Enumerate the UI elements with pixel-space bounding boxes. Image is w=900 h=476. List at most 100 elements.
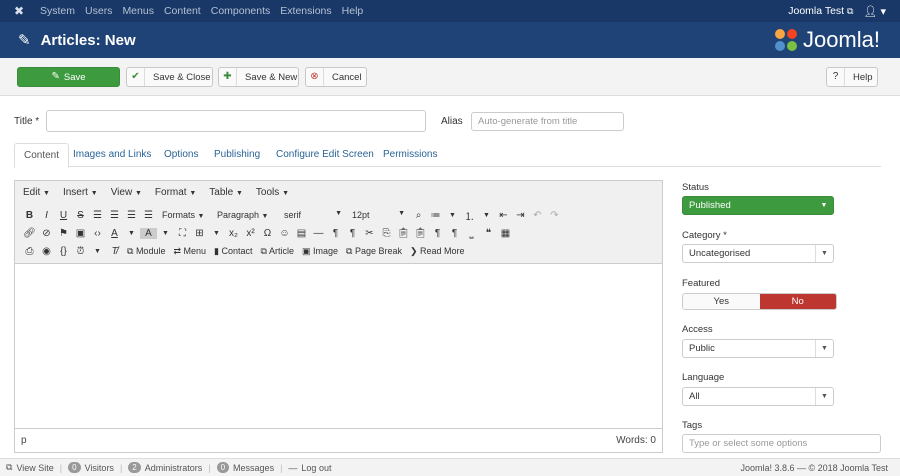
image-icon[interactable]: ▣ xyxy=(72,228,89,239)
align-center-icon[interactable]: ☰ xyxy=(106,210,123,221)
background-color-icon[interactable]: A xyxy=(140,227,157,239)
code-icon[interactable]: ‹› xyxy=(89,228,106,239)
category-select[interactable]: Uncategorised ▼ xyxy=(682,244,834,263)
redo-icon[interactable]: ↷ xyxy=(546,210,563,221)
visitors-link[interactable]: 0 Visitors xyxy=(68,462,114,473)
language-select[interactable]: All ▼ xyxy=(682,387,834,406)
save-close-button[interactable]: ✔ Save & Close xyxy=(126,67,213,87)
image-button[interactable]: ▣ Image xyxy=(298,246,342,257)
view-site-link[interactable]: ⧉ View Site xyxy=(6,462,54,473)
rtl-icon[interactable]: ¶ xyxy=(344,228,361,239)
menu-content[interactable]: Content xyxy=(164,5,201,17)
tab-publishing[interactable]: Publishing xyxy=(205,143,269,167)
tags-input[interactable]: Type or select some options xyxy=(682,434,881,453)
preview-icon[interactable]: ◉ xyxy=(38,246,55,257)
tab-configure-edit-screen[interactable]: Configure Edit Screen xyxy=(267,143,383,167)
formats-dropdown[interactable]: Formats ▼ xyxy=(157,210,212,220)
media-icon[interactable]: ▤ xyxy=(293,228,310,239)
cut-icon[interactable]: ✂ xyxy=(361,228,378,239)
paste-icon[interactable]: 📋︎ xyxy=(395,228,412,239)
tab-images-links[interactable]: Images and Links xyxy=(64,143,160,167)
align-justify-icon[interactable]: ☰ xyxy=(140,210,157,221)
copy-icon[interactable]: ⎘ xyxy=(378,228,395,239)
editor-menu-edit[interactable]: Edit ▼ xyxy=(23,187,50,198)
template-icon[interactable]: ▦ xyxy=(497,228,514,239)
featured-yes-option[interactable]: Yes xyxy=(683,294,760,309)
bullet-list-icon[interactable]: ≔ xyxy=(427,210,444,221)
bold-icon[interactable]: B xyxy=(21,210,38,221)
element-path[interactable]: p xyxy=(21,435,27,446)
tab-permissions[interactable]: Permissions xyxy=(374,143,446,167)
font-family-dropdown[interactable]: serif ▼ xyxy=(279,210,347,220)
fullscreen-icon[interactable]: ⛶ xyxy=(174,228,191,239)
menu-help[interactable]: Help xyxy=(342,5,364,17)
menu-components[interactable]: Components xyxy=(211,5,271,17)
datetime-icon[interactable]: ⏰︎ xyxy=(72,246,89,257)
tab-options[interactable]: Options xyxy=(155,143,207,167)
article-button[interactable]: ⧉ Article xyxy=(257,246,298,257)
site-link[interactable]: Joomla Test ⧉ xyxy=(788,5,853,17)
text-color-icon[interactable]: A xyxy=(106,228,123,239)
link-icon[interactable]: 🔗︎ xyxy=(21,228,38,239)
tab-content[interactable]: Content xyxy=(14,143,70,168)
unlink-icon[interactable]: ⊘ xyxy=(38,228,55,239)
clear-format-icon[interactable]: T̸ xyxy=(106,246,123,257)
save-new-button[interactable]: ✚ Save & New xyxy=(218,67,299,87)
joomla-menu-icon[interactable]: ✖ xyxy=(6,4,32,18)
administrators-link[interactable]: 2 Administrators xyxy=(128,462,202,473)
font-size-dropdown[interactable]: 12pt ▼ xyxy=(347,210,410,220)
save-button[interactable]: ✎ Save xyxy=(17,67,120,87)
background-color-caret-icon[interactable]: ▼ xyxy=(157,230,174,237)
editor-menu-insert[interactable]: Insert ▼ xyxy=(63,187,98,198)
access-select[interactable]: Public ▼ xyxy=(682,339,834,358)
nonbreaking-icon[interactable]: ⎵ xyxy=(463,228,480,239)
indent-icon[interactable]: ⇥ xyxy=(512,210,529,221)
numbered-list-icon[interactable]: ⒈ xyxy=(461,208,478,223)
alias-input[interactable]: Auto-generate from title xyxy=(471,112,624,131)
title-input[interactable] xyxy=(46,110,426,132)
show-blocks-icon[interactable]: ¶ xyxy=(446,228,463,239)
anchor-icon[interactable]: ⚑ xyxy=(55,228,72,239)
editor-menu-tools[interactable]: Tools ▼ xyxy=(256,187,289,198)
messages-link[interactable]: 0 Messages xyxy=(216,462,274,473)
cancel-button[interactable]: ⊗ Cancel xyxy=(305,67,367,87)
block-format-dropdown[interactable]: Paragraph ▼ xyxy=(212,210,279,220)
undo-icon[interactable]: ↶ xyxy=(529,210,546,221)
outdent-icon[interactable]: ⇤ xyxy=(495,210,512,221)
strikethrough-icon[interactable]: S xyxy=(72,210,89,221)
menu-system[interactable]: System xyxy=(40,5,75,17)
editor-menu-view[interactable]: View ▼ xyxy=(111,187,142,198)
italic-icon[interactable]: I xyxy=(38,210,55,221)
menu-button[interactable]: ⇄ Menu xyxy=(169,246,210,257)
horizontal-rule-icon[interactable]: — xyxy=(310,228,327,239)
underline-icon[interactable]: U xyxy=(55,210,72,221)
page-break-button[interactable]: ⧉ Page Break xyxy=(342,246,406,257)
table-icon[interactable]: ⊞ xyxy=(191,228,208,239)
numbered-list-caret-icon[interactable]: ▼ xyxy=(478,212,495,219)
align-right-icon[interactable]: ☰ xyxy=(123,210,140,221)
module-button[interactable]: ⧉ Module xyxy=(123,246,169,257)
contact-button[interactable]: ▮ Contact xyxy=(210,246,256,257)
editor-menu-format[interactable]: Format ▼ xyxy=(155,187,196,198)
superscript-icon[interactable]: x² xyxy=(242,228,259,239)
print-icon[interactable]: ⎙ xyxy=(21,246,38,257)
subscript-icon[interactable]: x₂ xyxy=(225,228,242,239)
editor-body[interactable] xyxy=(15,264,662,426)
featured-no-option[interactable]: No xyxy=(759,294,836,309)
special-char-icon[interactable]: Ω xyxy=(259,228,276,239)
menu-users[interactable]: Users xyxy=(85,5,112,17)
blockquote-icon[interactable]: ❝ xyxy=(480,228,497,239)
help-button[interactable]: ? Help xyxy=(826,67,878,87)
align-left-icon[interactable]: ☰ xyxy=(89,210,106,221)
paragraph-icon[interactable]: ¶ xyxy=(429,228,446,239)
user-icon[interactable]: 👤︎ ▾ xyxy=(863,5,886,18)
text-color-caret-icon[interactable]: ▼ xyxy=(123,230,140,237)
bullet-list-caret-icon[interactable]: ▼ xyxy=(444,212,461,219)
paste-text-icon[interactable]: 📋︎ xyxy=(412,228,429,239)
menu-extensions[interactable]: Extensions xyxy=(280,5,331,17)
status-select[interactable]: Published ▼ xyxy=(682,196,834,215)
editor-menu-table[interactable]: Table ▼ xyxy=(209,187,243,198)
table-caret-icon[interactable]: ▼ xyxy=(208,230,225,237)
ltr-icon[interactable]: ¶ xyxy=(327,228,344,239)
datetime-caret-icon[interactable]: ▼ xyxy=(89,248,106,255)
